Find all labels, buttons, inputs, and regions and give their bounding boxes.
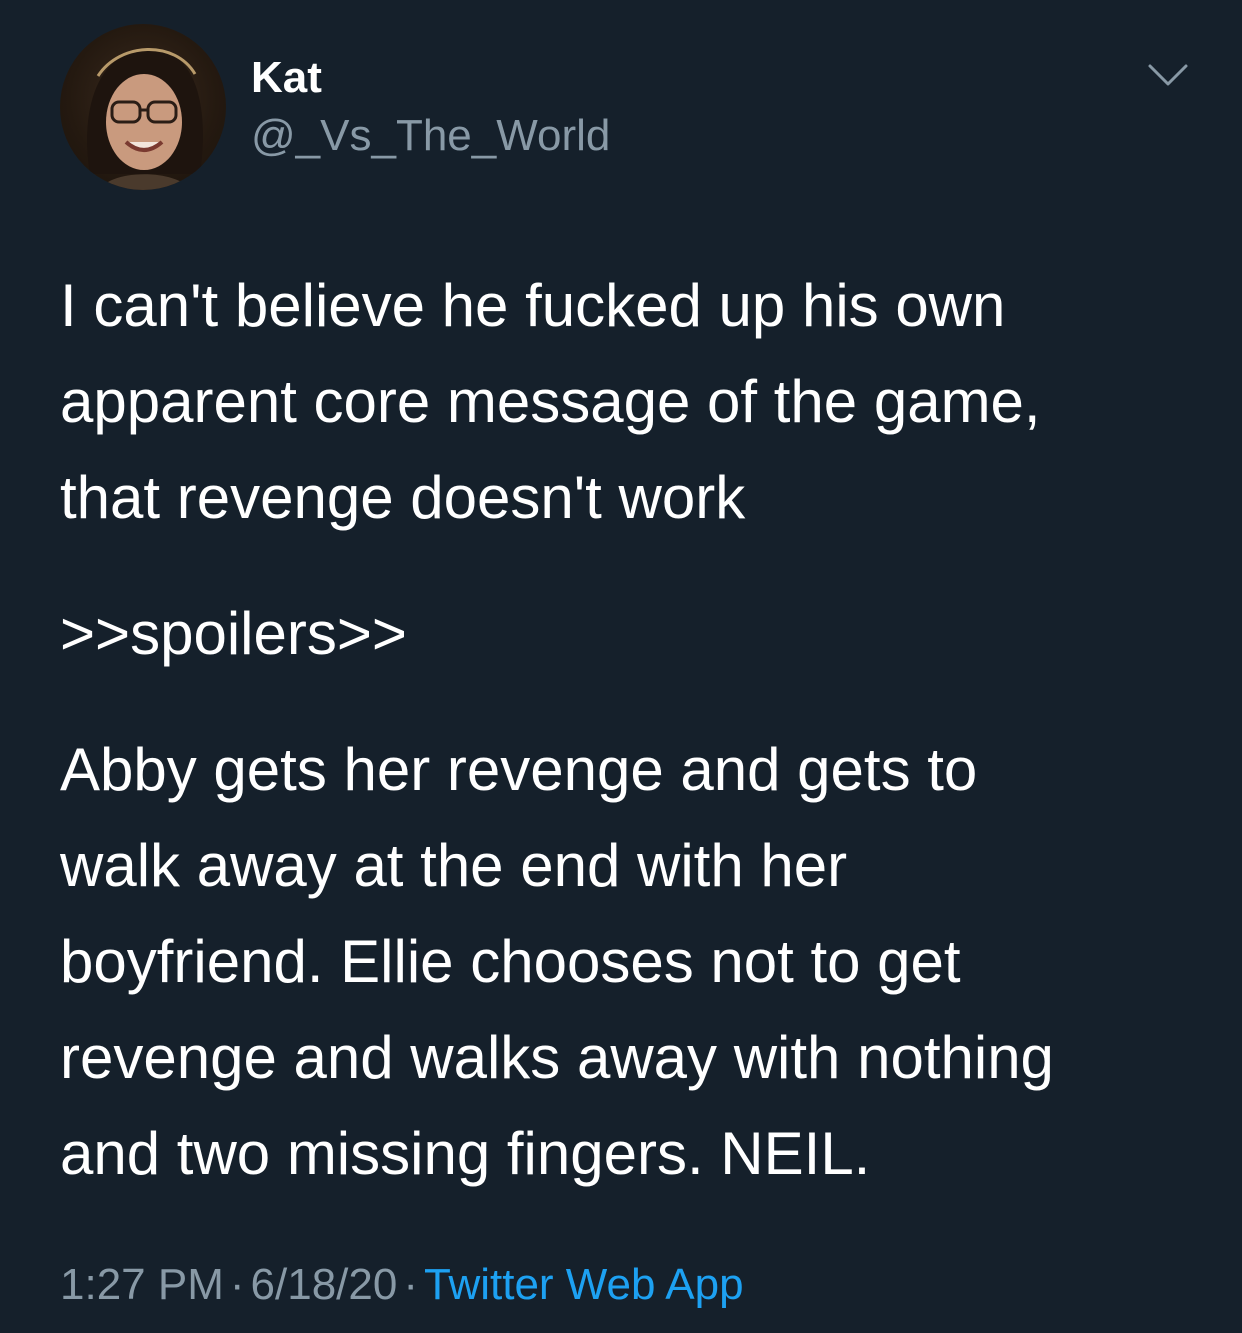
avatar-image (87, 48, 203, 190)
tweet-source-link[interactable]: Twitter Web App (424, 1260, 744, 1309)
chevron-down-icon[interactable] (1146, 60, 1190, 90)
author-handle[interactable]: @_Vs_The_World (251, 110, 610, 162)
tweet-paragraph: Abby gets her revenge and gets to walk a… (60, 736, 1054, 1187)
tweet-header: Kat @_Vs_The_World (60, 24, 1190, 194)
tweet: Kat @_Vs_The_World I can't believe he fu… (0, 0, 1242, 1333)
tweet-text: I can't believe he fucked up his own app… (60, 258, 1190, 1202)
tweet-date[interactable]: 6/18/20 (251, 1260, 398, 1309)
author-name[interactable]: Kat (251, 52, 322, 104)
tweet-meta: 1:27 PM · 6/18/20 · Twitter Web App (60, 1255, 744, 1315)
tweet-paragraph: I can't believe he fucked up his own app… (60, 272, 1041, 531)
avatar[interactable] (60, 24, 226, 190)
tweet-paragraph: >>spoilers>> (60, 600, 407, 667)
meta-separator: · (229, 1260, 245, 1309)
tweet-time[interactable]: 1:27 PM (60, 1260, 224, 1309)
meta-separator: · (403, 1260, 418, 1309)
